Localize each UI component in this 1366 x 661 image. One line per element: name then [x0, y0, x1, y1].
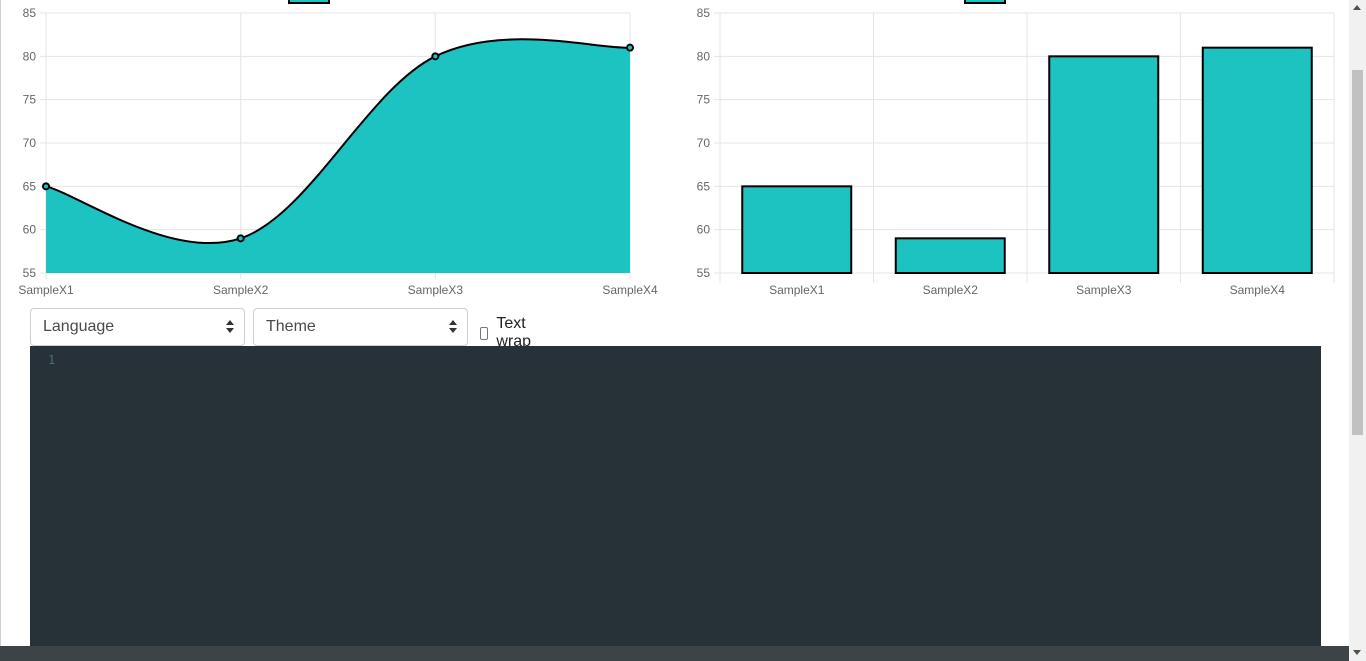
- x-tick-label: SampleX2: [213, 283, 269, 297]
- y-tick-label: 70: [697, 136, 711, 150]
- legend-swatch: [288, 0, 330, 4]
- x-tick-label: SampleX1: [769, 283, 825, 297]
- x-tick-label: SampleX4: [602, 283, 658, 297]
- data-point: [626, 43, 634, 52]
- bar: [894, 237, 1006, 274]
- theme-select-label: Theme: [266, 318, 316, 335]
- text-wrap-checkbox[interactable]: [480, 326, 489, 340]
- x-tick-label: SampleX4: [1230, 283, 1286, 297]
- updown-chevron-icon: [449, 320, 457, 334]
- x-tick-label: SampleX2: [923, 283, 979, 297]
- code-editor[interactable]: 1: [30, 346, 1321, 646]
- y-tick-label: 60: [697, 223, 711, 237]
- bar: [1201, 46, 1313, 274]
- y-tick-label: 75: [23, 93, 37, 107]
- updown-chevron-icon: [226, 320, 234, 334]
- y-tick-label: 80: [697, 49, 711, 63]
- y-tick-label: 55: [23, 266, 37, 280]
- data-point: [431, 52, 440, 61]
- y-tick-label: 85: [23, 6, 37, 20]
- data-point: [42, 182, 50, 191]
- language-select[interactable]: Language: [30, 308, 245, 346]
- bar-chart: 85 80 75 70 65 60 55 SampleX1 SampleX2 SampleX3 Sa…: [680, 0, 1350, 300]
- horizontal-scrollbar[interactable]: [0, 646, 1366, 661]
- bar: [741, 185, 853, 274]
- data-point: [236, 234, 245, 243]
- legend-swatch: [964, 0, 1006, 4]
- triangle-down-icon[interactable]: [1353, 650, 1361, 655]
- bar-chart-svg: 85 80 75 70 65 60 55 SampleX1 SampleX2 SampleX3 Sa…: [697, 0, 1335, 297]
- scrollbar-thumb[interactable]: [1352, 70, 1363, 435]
- y-tick-label: 70: [23, 136, 37, 150]
- y-tick-label: 85: [697, 6, 711, 20]
- y-tick-label: 60: [23, 223, 37, 237]
- x-tick-label: SampleX3: [408, 283, 464, 297]
- y-tick-label: 65: [23, 179, 37, 193]
- language-select-label: Language: [43, 318, 115, 335]
- x-tick-label: SampleX1: [18, 283, 74, 297]
- area-chart: 85 80 75 70 65 60 55 SampleX1 SampleX2 SampleX3 Sa…: [0, 0, 680, 300]
- line-number: 1: [48, 353, 56, 367]
- y-tick-label: 75: [697, 93, 711, 107]
- triangle-up-icon[interactable]: [1353, 5, 1361, 10]
- y-tick-label: 65: [697, 179, 711, 193]
- area-chart-svg: 85 80 75 70 65 60 55 SampleX1 SampleX2 SampleX3 Sa…: [18, 0, 658, 297]
- x-tick-label: SampleX3: [1076, 283, 1132, 297]
- y-tick-label: 55: [697, 266, 711, 280]
- bar: [1048, 55, 1160, 275]
- y-tick-label: 80: [23, 49, 37, 63]
- vertical-scrollbar[interactable]: [1349, 0, 1366, 661]
- theme-select[interactable]: Theme: [253, 308, 468, 346]
- area-fill: [46, 39, 630, 274]
